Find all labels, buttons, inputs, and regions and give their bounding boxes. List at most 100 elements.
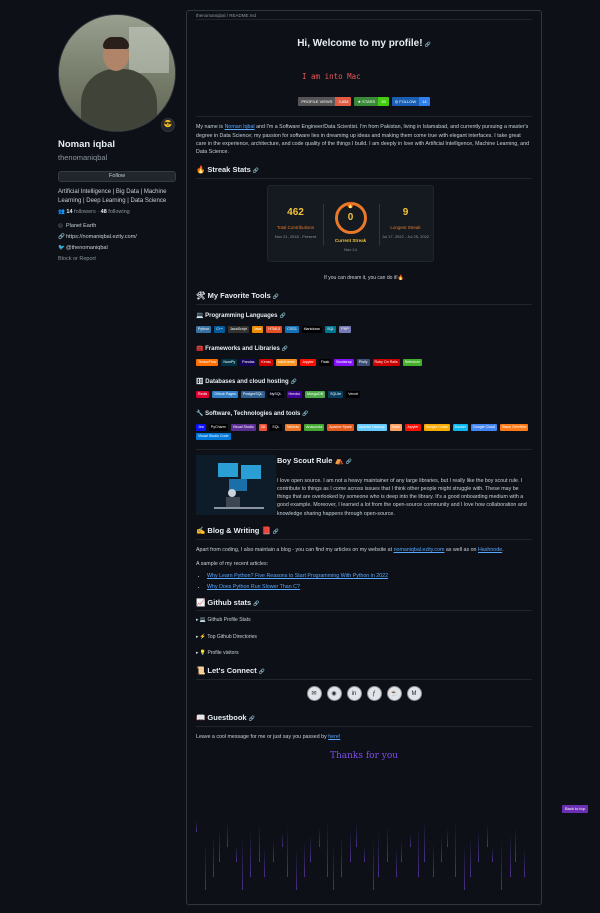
tech-badge: Jupyter xyxy=(404,423,421,431)
divider xyxy=(196,679,532,681)
profile-name: Noman iqbal xyxy=(58,139,116,150)
tech-badge-label: scikit-learn xyxy=(275,358,297,366)
rain-streak xyxy=(446,829,448,847)
twitter-row[interactable]: 🐦@thenomaniqbal xyxy=(58,245,178,253)
anchor-link-icon[interactable]: 🔗 xyxy=(279,313,285,319)
boy-scout-heading: Boy Scout Rule ⛺ 🔗 xyxy=(277,456,532,467)
hashnode-link[interactable]: Hashnode xyxy=(478,547,502,553)
divider xyxy=(196,178,532,180)
badge-profile-views[interactable]: PROFILE VIEWS 3,858 xyxy=(298,97,352,107)
tools-heading-text: 🛠 My Favorite Tools xyxy=(196,291,271,301)
anchor-link-icon[interactable]: 🔗 xyxy=(302,411,308,417)
following-label[interactable]: following xyxy=(108,209,129,215)
details-profile-visitors[interactable]: ▸ 💡 Profile visitors xyxy=(196,650,532,657)
streak-heading-text: 🔥 Streak Stats xyxy=(196,165,251,175)
gmail-icon[interactable]: M xyxy=(406,686,422,702)
website-link[interactable]: https://nomaniqbal.ezity.com/ xyxy=(66,234,137,240)
name-link[interactable]: Noman Iqbal xyxy=(225,124,255,130)
anchor-link-icon[interactable]: 🔗 xyxy=(425,42,431,48)
status-emoji[interactable]: 😎 xyxy=(161,118,175,132)
details-profile-stats[interactable]: ▸ 💻 Github Profile Stats xyxy=(196,617,532,624)
rain-streak xyxy=(441,836,443,862)
badge-follow[interactable]: ◎ FOLLOW 14 xyxy=(391,97,430,107)
rain-streak xyxy=(281,833,283,847)
rain-streak xyxy=(418,827,420,877)
tech-badge-label: CSS3 xyxy=(285,325,299,333)
github-icon[interactable]: ◉ xyxy=(326,686,342,702)
location-row: ◎ Planet Earth xyxy=(58,223,178,231)
twitter-handle[interactable]: @thenomaniqbal xyxy=(66,245,108,251)
avatar[interactable] xyxy=(58,14,176,132)
tech-badge-label: PostgreSQL xyxy=(240,391,265,399)
anchor-link-icon[interactable]: 🔗 xyxy=(273,294,279,300)
tech-badge: Apache Spark xyxy=(327,423,354,431)
block-report-link[interactable]: Block or Report xyxy=(58,256,178,264)
tech-badge: JavaScript xyxy=(228,325,249,333)
tech-badge-label: PHP xyxy=(339,325,351,333)
tech-badge: Redis xyxy=(196,391,210,399)
streak-stats-card: 462 Total Contributions Nov 21, 2018 - P… xyxy=(267,185,434,263)
anchor-link-icon[interactable]: 🔗 xyxy=(253,168,259,174)
tech-badge-label: Selenium xyxy=(402,358,422,366)
divider xyxy=(379,204,380,247)
badge-value: 3,858 xyxy=(335,97,352,107)
tech-badge: Flask xyxy=(318,358,332,366)
rain-streak xyxy=(432,843,434,877)
rain-streak xyxy=(455,822,457,877)
tech-badge: Jupyter xyxy=(299,358,316,366)
readme-file-header[interactable]: thenomaniqbal / README.md xyxy=(196,11,532,20)
rain-streak xyxy=(196,820,197,832)
badge-value: 39 xyxy=(378,97,389,107)
tech-badge-label: Flask xyxy=(318,358,332,366)
badge-label: ★ STARS xyxy=(354,97,379,107)
tech-badge: Python xyxy=(196,325,212,333)
tech-badge: CSS3 xyxy=(285,325,299,333)
anchor-link-icon[interactable]: 🔗 xyxy=(282,346,288,352)
followers-count[interactable]: 14 xyxy=(66,209,72,215)
anchor-link-icon[interactable]: 🔗 xyxy=(346,459,352,465)
current-streak-date: Nov 14 xyxy=(344,247,357,253)
tech-badge: NumPy xyxy=(221,358,238,366)
following-count[interactable]: 48 xyxy=(101,209,107,215)
avatar-window xyxy=(129,27,169,73)
tech-badge: SQL xyxy=(270,423,282,431)
followers-label[interactable]: followers xyxy=(74,209,96,215)
divider xyxy=(196,538,532,540)
tech-badge-label: Markdown xyxy=(301,325,323,333)
linkedin-icon[interactable]: in xyxy=(346,686,362,702)
back-to-top-button[interactable]: Back to top xyxy=(561,805,588,813)
profile-sidebar: 😎 Noman iqbal thenomaniqbal Follow Artif… xyxy=(58,14,178,264)
website-blog-link[interactable]: nomaniqbal.ezity.com xyxy=(394,547,445,553)
longest-streak: 9 Longest Streak Jul 17, 2022 - Jul 25, … xyxy=(378,186,433,261)
blog-text-mid: as well as on xyxy=(444,546,478,553)
buymeacoffee-icon[interactable]: ☕ xyxy=(386,686,402,702)
tech-badge: Git xyxy=(258,423,268,431)
facebook-icon[interactable]: ƒ xyxy=(366,686,382,702)
website-row[interactable]: 🔗https://nomaniqbal.ezity.com/ xyxy=(58,234,178,242)
tech-badge: Jira xyxy=(196,423,206,431)
tech-badge: TensorFlow xyxy=(196,358,219,366)
badge-label: ◎ FOLLOW xyxy=(391,97,420,107)
longest-streak-range: Jul 17, 2022 - Jul 25, 2022 xyxy=(381,234,430,240)
tech-badge-label: Git xyxy=(258,423,268,431)
tech-badge: Keras xyxy=(259,358,273,366)
current-streak: 🔥 0 Current Streak Nov 14 xyxy=(323,186,378,261)
article-link[interactable]: Why Learn Python? Five Reasons to Start … xyxy=(207,573,388,579)
badge-stars[interactable]: ★ STARS 39 xyxy=(354,97,389,107)
frameworks-heading: 🧰 Frameworks and Libraries 🔗 xyxy=(196,345,532,354)
tech-badge: Pandas xyxy=(240,358,257,366)
anchor-link-icon[interactable]: 🔗 xyxy=(291,379,297,385)
guestbook-link[interactable]: here! xyxy=(328,734,340,740)
email-icon[interactable]: ✉ xyxy=(306,686,322,702)
rain-streak xyxy=(378,832,380,877)
details-top-directories[interactable]: ▸ ⚡ Top Github Directories xyxy=(196,634,532,641)
anchor-link-icon[interactable]: 🔗 xyxy=(249,716,255,722)
tech-badge-label: Redis xyxy=(196,391,210,399)
tech-badge-label: Heroku xyxy=(286,391,303,399)
anchor-link-icon[interactable]: 🔗 xyxy=(253,601,259,607)
anchor-link-icon[interactable]: 🔗 xyxy=(259,669,265,675)
follow-button[interactable]: Follow xyxy=(58,170,176,182)
rain-streak xyxy=(341,837,343,877)
article-link[interactable]: Why Does Python Run Slower Than C? xyxy=(207,584,300,590)
anchor-link-icon[interactable]: 🔗 xyxy=(273,529,279,535)
